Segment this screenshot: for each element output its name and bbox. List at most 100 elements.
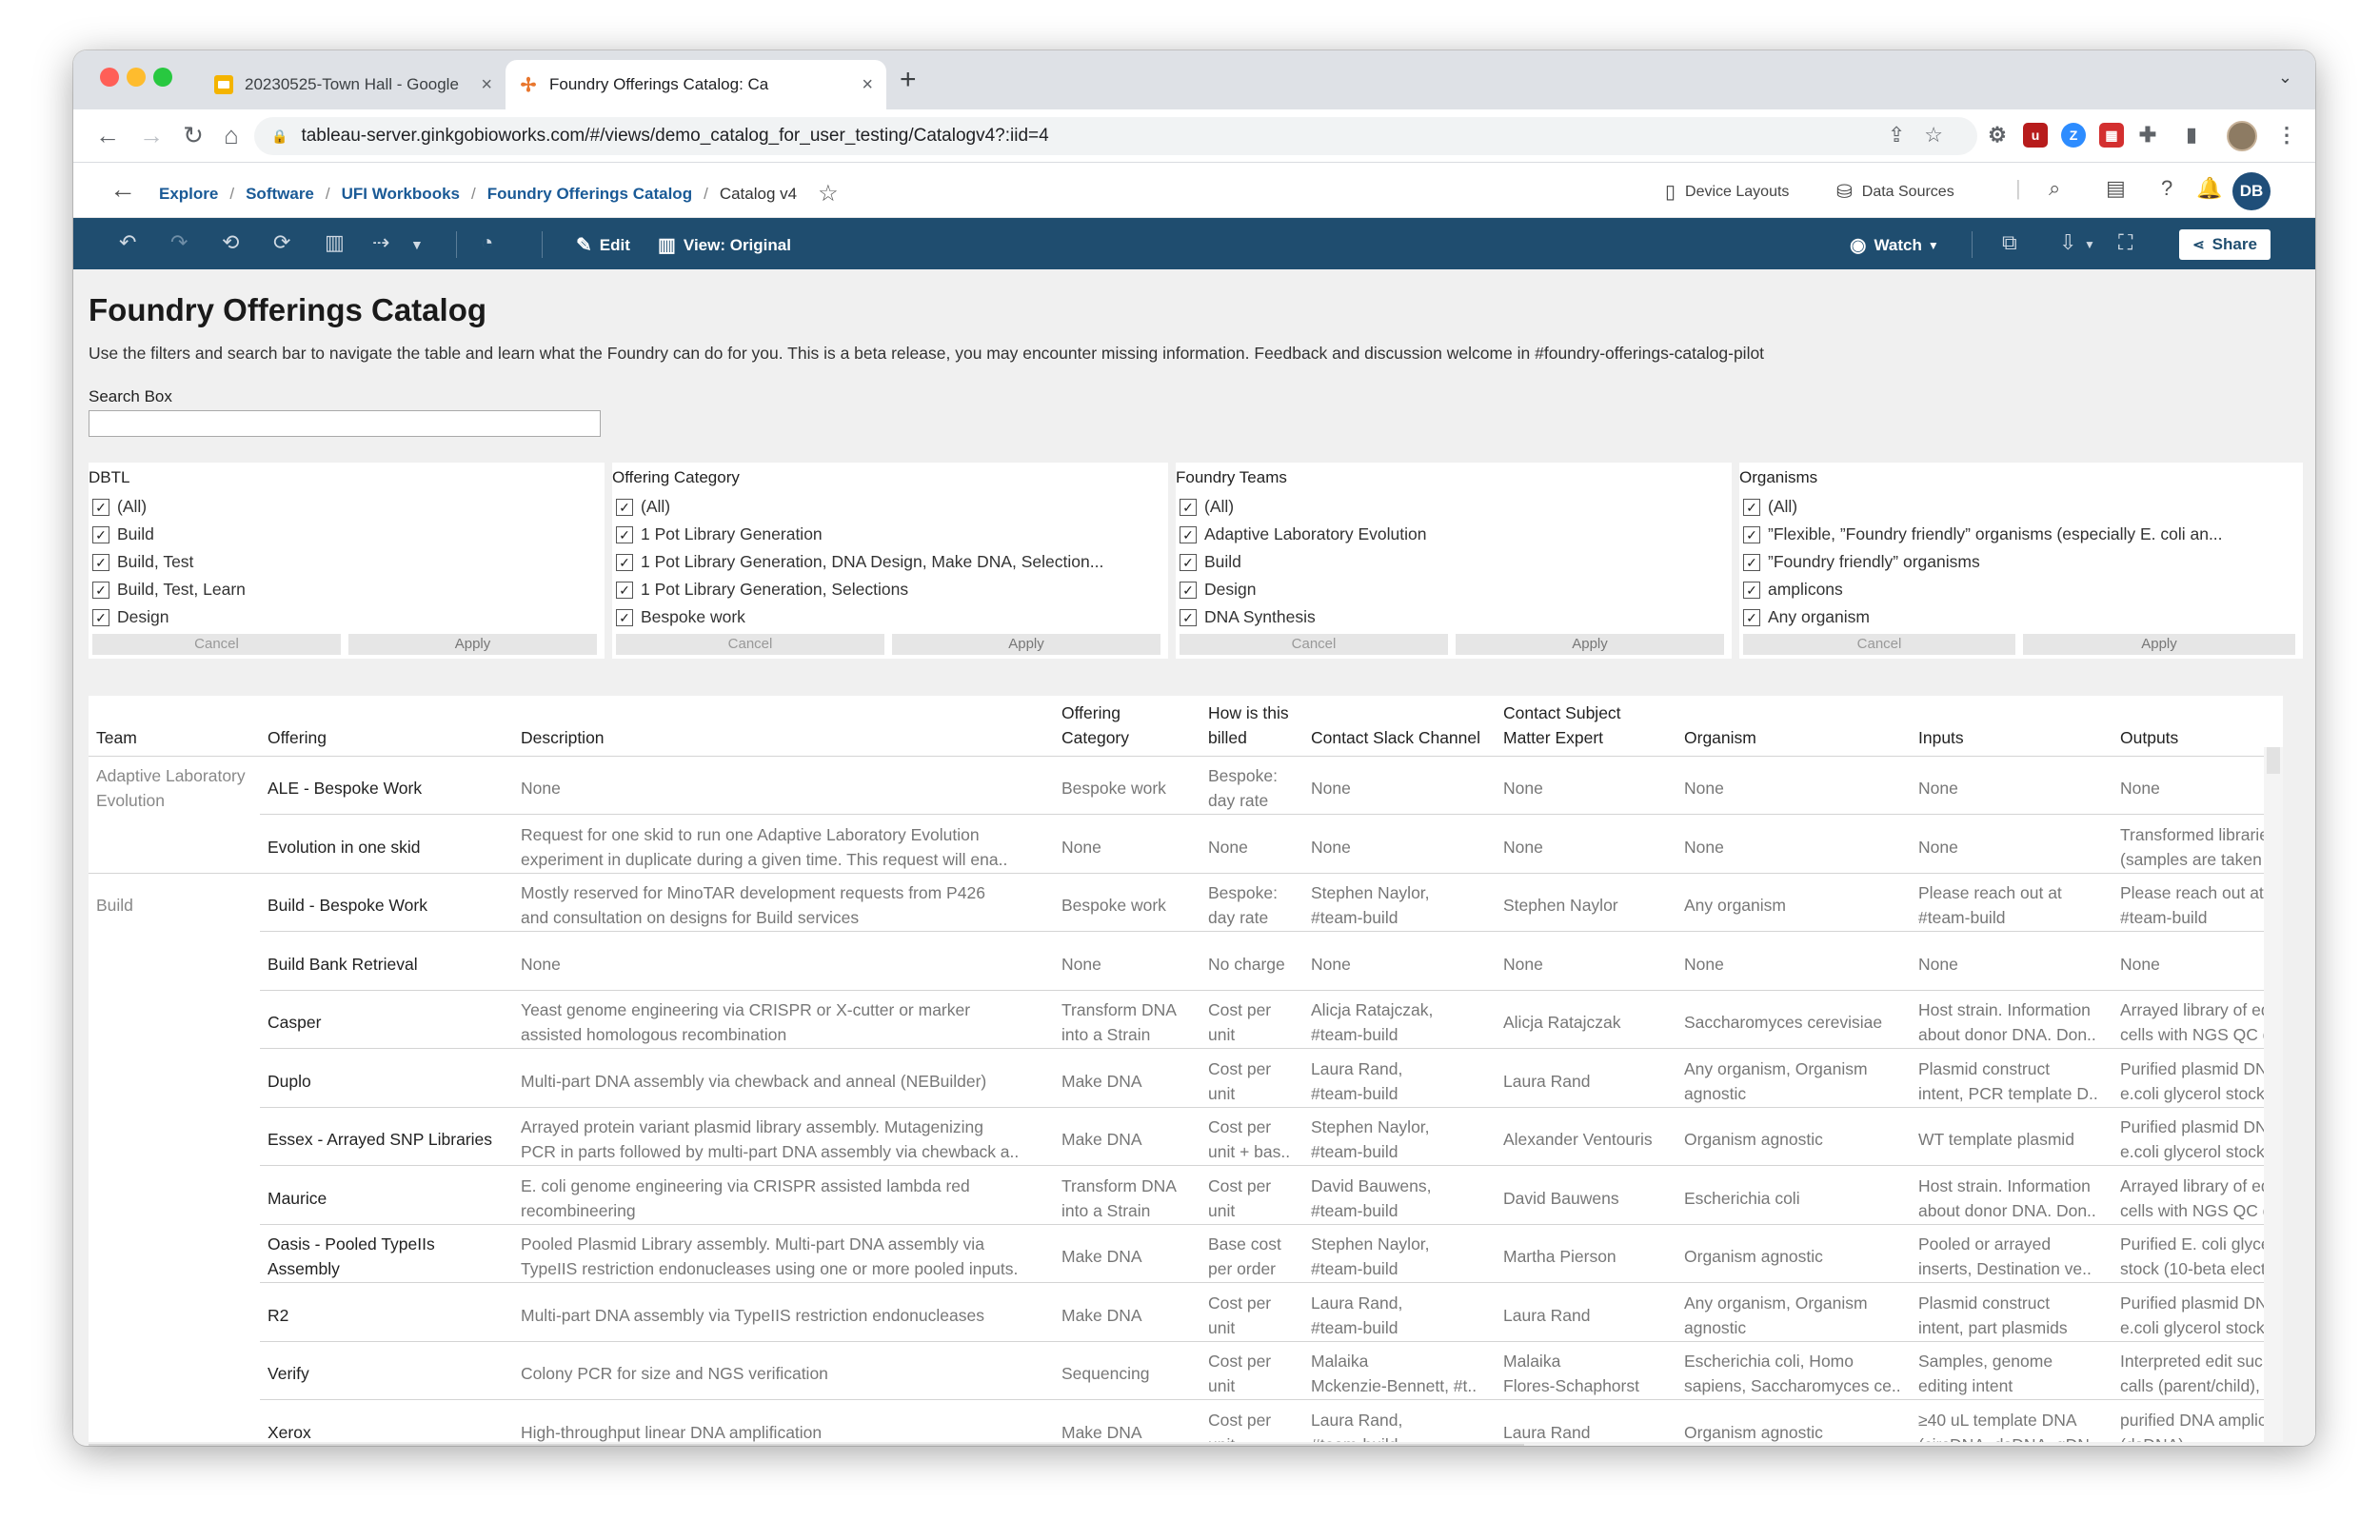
checkbox-checked-icon[interactable]: ✓ <box>1180 553 1197 571</box>
checkbox-checked-icon[interactable]: ✓ <box>616 581 633 599</box>
user-avatar[interactable]: DB <box>2232 172 2271 210</box>
edit-button[interactable]: ✎ Edit <box>576 233 630 257</box>
checkbox-checked-icon[interactable]: ✓ <box>1743 581 1760 599</box>
table-row[interactable]: Oasis - Pooled TypeIIs Assembly Pooled Pla… <box>89 1225 2283 1283</box>
redo-icon[interactable]: ↷ <box>170 230 188 255</box>
header-organism[interactable]: Organism <box>1684 725 1756 750</box>
filter-option[interactable]: ✓ Any organism <box>1743 603 2223 631</box>
filter-option[interactable]: ✓ Bespoke work <box>616 603 1103 631</box>
checkbox-checked-icon[interactable]: ✓ <box>1180 525 1197 543</box>
table-row[interactable]: Casper Yeast genome engineering via CRISP… <box>89 991 2283 1049</box>
zoom-icon[interactable]: Z <box>2061 123 2086 148</box>
filter-option[interactable]: ✓ ”Flexible, ”Foundry friendly” organisms… <box>1743 521 2223 548</box>
header-description[interactable]: Description <box>521 725 605 750</box>
checkbox-checked-icon[interactable]: ✓ <box>92 581 109 599</box>
apply-button[interactable]: Apply <box>1456 634 1724 655</box>
checkbox-checked-icon[interactable]: ✓ <box>1743 498 1760 516</box>
close-tab-icon[interactable]: × <box>862 74 873 96</box>
filter-option[interactable]: ✓ Build <box>1180 548 1426 576</box>
close-tab-icon[interactable]: × <box>481 74 492 96</box>
ublock-icon[interactable]: u <box>2023 123 2048 148</box>
filter-option[interactable]: ✓ Build <box>92 521 246 548</box>
puzzle-icon[interactable]: ✚ <box>2135 123 2160 148</box>
replay-icon[interactable]: ⇢ <box>372 230 389 255</box>
maximize-window-button[interactable] <box>153 68 172 87</box>
reload-icon[interactable]: ↻ <box>178 121 208 150</box>
undo-icon[interactable]: ↶ <box>119 230 136 255</box>
header-billed-line2[interactable]: billed <box>1208 725 1247 750</box>
checkbox-checked-icon[interactable]: ✓ <box>616 608 633 626</box>
table-row[interactable]: Maurice E. coli genome engineering via CR… <box>89 1167 2283 1225</box>
table-row[interactable]: Build Build - Bespoke Work Mostly reserved… <box>89 874 2283 932</box>
share-button[interactable]: ⋖ Share <box>2179 229 2271 260</box>
filter-option[interactable]: ✓ (All) <box>1743 493 2223 521</box>
table-row[interactable]: R2 Multi-part DNA assembly via TypeIIS re… <box>89 1284 2283 1342</box>
table-row[interactable]: Xerox High-throughput linear DNA amplific… <box>89 1401 2283 1443</box>
apply-button[interactable]: Apply <box>348 634 597 655</box>
checkbox-checked-icon[interactable]: ✓ <box>1180 498 1197 516</box>
pause-updates-icon[interactable]: ▥ <box>325 230 345 255</box>
filter-option[interactable]: ✓ 1 Pot Library Generation, DNA Design, M… <box>616 548 1103 576</box>
breadcrumb-ufi-workbooks[interactable]: UFI Workbooks <box>342 185 460 204</box>
tab-town-hall[interactable]: 20230525-Town Hall - Google × <box>201 60 506 109</box>
checkbox-checked-icon[interactable]: ✓ <box>92 498 109 516</box>
header-billed-line1[interactable]: How is this <box>1208 701 1289 725</box>
header-inputs[interactable]: Inputs <box>1918 725 1964 750</box>
filter-option[interactable]: ✓ (All) <box>1180 493 1426 521</box>
filter-option[interactable]: ✓ Design <box>1180 576 1426 603</box>
header-outputs[interactable]: Outputs <box>2120 725 2178 750</box>
minimize-window-button[interactable] <box>127 68 146 87</box>
checkbox-checked-icon[interactable]: ✓ <box>1180 608 1197 626</box>
checkbox-checked-icon[interactable]: ✓ <box>616 498 633 516</box>
header-team[interactable]: Team <box>96 725 137 750</box>
filter-option[interactable]: ✓ amplicons <box>1743 576 2223 603</box>
header-slack[interactable]: Contact Slack Channel <box>1311 725 1480 750</box>
scrollbar-thumb[interactable] <box>89 1444 1524 1446</box>
metrics-icon[interactable]: ◔ <box>481 230 493 255</box>
filter-option[interactable]: ✓ 1 Pot Library Generation, Selections <box>616 576 1103 603</box>
table-row[interactable]: Adaptive Laboratory Evolution ALE - Bespok… <box>89 757 2283 815</box>
search-input[interactable] <box>89 410 601 437</box>
settings-gear-icon[interactable]: ⚙ <box>1985 123 2010 148</box>
tab-foundry-catalog[interactable]: ✢ Foundry Offerings Catalog: Ca × <box>506 60 886 109</box>
filter-option[interactable]: ✓ Adaptive Laboratory Evolution <box>1180 521 1426 548</box>
favorite-star-icon[interactable]: ☆ <box>818 180 839 207</box>
recents-icon[interactable]: ▤ <box>2106 176 2126 201</box>
checkbox-checked-icon[interactable]: ✓ <box>616 553 633 571</box>
checkbox-checked-icon[interactable]: ✓ <box>92 608 109 626</box>
filter-option[interactable]: ✓ DNA Synthesis <box>1180 603 1426 631</box>
header-sme-line2[interactable]: Matter Expert <box>1503 725 1603 750</box>
view-original-button[interactable]: ▥ View: Original <box>658 233 791 257</box>
back-arrow-icon[interactable]: ← <box>109 174 136 205</box>
apply-button[interactable]: Apply <box>892 634 1160 655</box>
apply-button[interactable]: Apply <box>2023 634 2295 655</box>
new-tab-button[interactable]: + <box>900 64 917 96</box>
address-bar[interactable]: 🔒 tableau-server.ginkgobioworks.com/#/vi… <box>254 117 1977 155</box>
horizontal-scrollbar[interactable] <box>89 1442 2283 1446</box>
cancel-button[interactable]: Cancel <box>1180 634 1448 655</box>
breadcrumb-software[interactable]: Software <box>246 185 314 204</box>
filter-option[interactable]: ✓ (All) <box>92 493 246 521</box>
watch-button[interactable]: ◉ Watch ▼ <box>1850 233 1939 257</box>
revert-icon[interactable]: ⟲ <box>222 230 239 255</box>
checkbox-checked-icon[interactable]: ✓ <box>1180 581 1197 599</box>
refresh-icon[interactable]: ⟳ <box>273 230 290 255</box>
checkbox-checked-icon[interactable]: ✓ <box>616 525 633 543</box>
checkbox-checked-icon[interactable]: ✓ <box>92 525 109 543</box>
filter-option[interactable]: ✓ Design <box>92 603 246 631</box>
header-offering[interactable]: Offering <box>268 725 327 750</box>
chevron-down-icon[interactable]: ⌄ <box>2278 68 2292 88</box>
cancel-button[interactable]: Cancel <box>616 634 884 655</box>
close-window-button[interactable] <box>100 68 119 87</box>
fullscreen-icon[interactable]: ⛶ <box>2118 230 2132 255</box>
notifications-icon[interactable]: 🔔 <box>2196 176 2222 201</box>
help-icon[interactable]: ? <box>2161 176 2172 201</box>
filter-option[interactable]: ✓ 1 Pot Library Generation <box>616 521 1103 548</box>
sidebar-icon[interactable]: ▮ <box>2179 123 2204 148</box>
filter-option[interactable]: ✓ Build, Test <box>92 548 246 576</box>
chevron-down-icon[interactable]: ▼ <box>410 237 424 252</box>
header-category-line2[interactable]: Category <box>1061 725 1129 750</box>
chevron-down-icon[interactable]: ▼ <box>2084 238 2095 251</box>
cancel-button[interactable]: Cancel <box>92 634 341 655</box>
table-row[interactable]: Build Bank Retrieval None None No charge Non… <box>89 933 2283 991</box>
